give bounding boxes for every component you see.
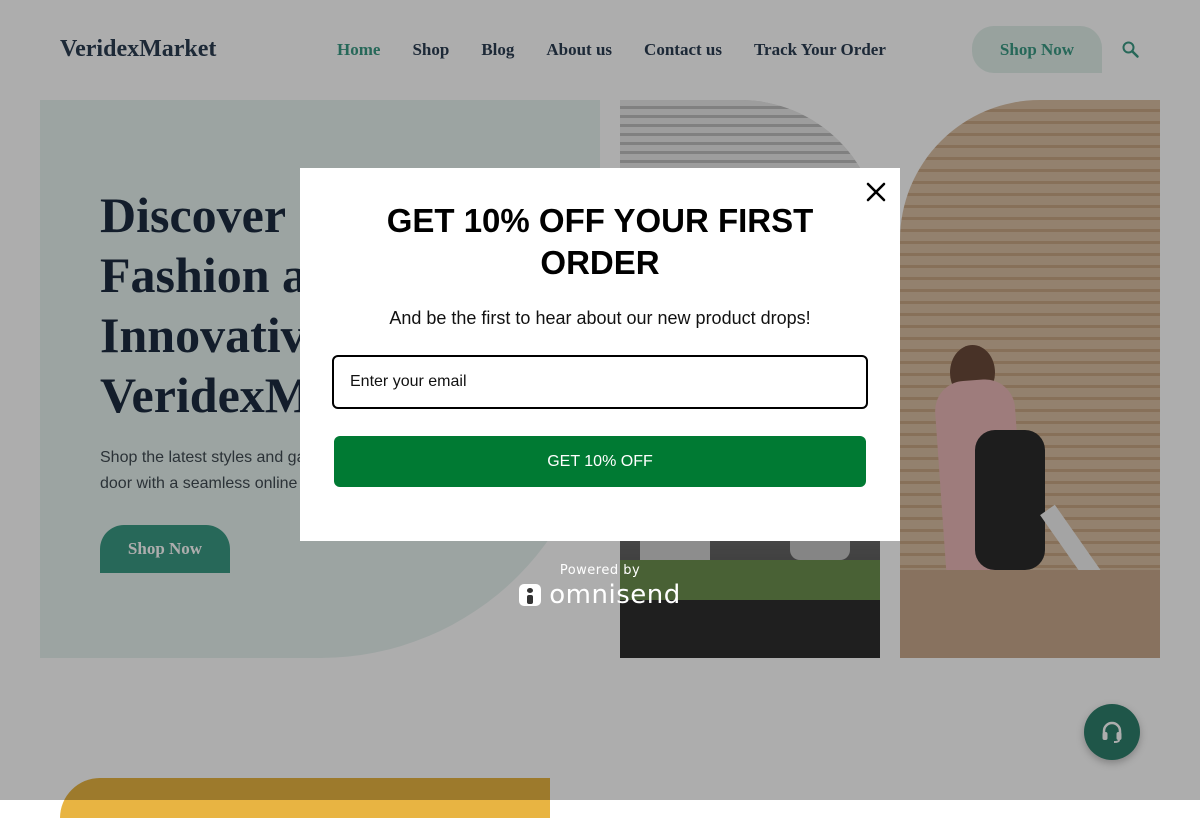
popup-title: GET 10% OFF YOUR FIRST ORDER bbox=[386, 202, 814, 281]
popup-subtitle: And be the first to hear about our new p… bbox=[389, 308, 811, 328]
close-icon[interactable] bbox=[862, 178, 890, 206]
brand-row: omnisend bbox=[500, 582, 700, 608]
powered-by-badge[interactable]: Powered by omnisend bbox=[500, 563, 700, 608]
powered-by-text: Powered by bbox=[559, 563, 641, 578]
brand-name: omnisend bbox=[549, 580, 681, 610]
email-field[interactable] bbox=[332, 355, 868, 409]
discount-popup: GET 10% OFF YOUR FIRST ORDER And be the … bbox=[300, 168, 900, 541]
get-discount-button[interactable]: GET 10% OFF bbox=[334, 436, 866, 487]
omnisend-logo-icon bbox=[519, 584, 542, 606]
